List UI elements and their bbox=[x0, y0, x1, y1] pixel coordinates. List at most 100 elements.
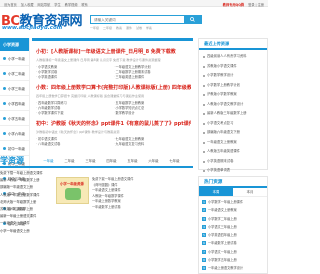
hot-resources-title: 热门资源 bbox=[199, 177, 267, 188]
tab-month[interactable]: 本月 bbox=[233, 188, 267, 196]
top-link[interactable]: 教学视频 bbox=[65, 3, 78, 7]
list-item[interactable]: 4 小学语文三年级上册 bbox=[202, 223, 264, 231]
search-button[interactable] bbox=[184, 16, 201, 23]
tab-grade[interactable]: 二年级 bbox=[59, 158, 80, 163]
list-item[interactable]: 人教版小学语文教学设计 bbox=[202, 100, 264, 110]
list-item[interactable]: 部编版六年级语文下册 bbox=[202, 128, 264, 138]
resource-link[interactable]: 小学一年级语文上册 bbox=[0, 228, 80, 235]
top-link[interactable]: 设为首页 bbox=[4, 3, 17, 7]
teacher-qq-link[interactable]: 教师专用QQ群 bbox=[223, 3, 244, 7]
hot-keyword[interactable]: 一年级 bbox=[90, 26, 99, 30]
news-headline[interactable]: 小初：[人教版课标]一年级语文上册课件_日月明_8 免费下载教 bbox=[36, 48, 191, 55]
resource-thumb-list: 免费下载一年级上册语文课件 《荷叶圆圆》课件 一年级语文上册课件 人教版一年级数… bbox=[92, 177, 192, 210]
rank-badge: 6 bbox=[202, 241, 206, 246]
news-link[interactable]: 九年级语文复习资料 bbox=[114, 142, 192, 147]
list-item[interactable]: 小学英语期末试卷 bbox=[202, 157, 264, 167]
resource-thumbnail[interactable]: 小学一年级资源 bbox=[56, 177, 89, 204]
list-item[interactable]: 1 小学数学一年级上册课件 bbox=[202, 198, 264, 206]
list-item[interactable]: 沪教版小学数学教案 bbox=[202, 90, 264, 100]
news-link[interactable]: 小学数学课件下载 bbox=[36, 111, 114, 116]
tab-grade[interactable]: 六年级 bbox=[143, 158, 164, 163]
top-link[interactable]: 加入收藏 bbox=[21, 3, 34, 7]
list-item[interactable]: 7 小学语文一年级上册 bbox=[202, 248, 264, 256]
news-link[interactable]: 数学教学设计 bbox=[114, 111, 192, 116]
tab-week[interactable]: 本周 bbox=[199, 188, 233, 196]
rank-badge: 2 bbox=[202, 208, 206, 213]
list-item[interactable]: 小学英语单词表 bbox=[202, 166, 264, 176]
news-list: 小初：[人教版课标]一年级语文上册课件_日月明_8 免费下载教 人教版课标一年级… bbox=[32, 41, 193, 147]
top-link[interactable]: 学生 bbox=[54, 3, 60, 7]
list-item[interactable]: 一年级语文上册教案 bbox=[202, 138, 264, 148]
list-item[interactable]: 6 一年级数学上册试卷 bbox=[202, 239, 264, 247]
hot-keyword[interactable]: 学案 bbox=[146, 26, 152, 30]
hot-keyword[interactable]: 教案 bbox=[116, 26, 122, 30]
list-item[interactable]: 小学数学上册教学计划 bbox=[202, 81, 264, 91]
nav-item[interactable]: 小学四年级 bbox=[0, 96, 29, 111]
list-item[interactable]: 人教版五年级英语课件 bbox=[202, 147, 264, 157]
bullet-icon bbox=[3, 131, 6, 135]
tab-grade[interactable]: 四年级 bbox=[101, 158, 122, 163]
news-link[interactable]: 小学英语课件 bbox=[36, 75, 114, 80]
hot-list: 1 小学数学一年级上册课件 2 一年级语文上册教案 3 小学数学二年级上册 4 小学语文… bbox=[199, 197, 267, 274]
bullet-icon bbox=[3, 116, 6, 120]
tab-grade[interactable]: 一年级 bbox=[38, 158, 59, 163]
nav-item[interactable]: 小学一年级 bbox=[0, 51, 29, 66]
resource-link[interactable]: 最新一年级上册语文课件 bbox=[0, 213, 80, 220]
list-item[interactable]: 苏教版小学语文课件 bbox=[202, 62, 264, 72]
latest-uploads-title: 最近上传资源 bbox=[199, 39, 267, 50]
list-item[interactable]: 2 一年级语文上册教案 bbox=[202, 206, 264, 214]
hot-keyword[interactable]: 课件 bbox=[126, 26, 132, 30]
resource-link[interactable]: 苏教版一年级数学上册 bbox=[0, 206, 80, 213]
login-link[interactable]: 登录 | 注册 bbox=[248, 3, 264, 7]
left-nav-header: 小学资源 bbox=[0, 38, 29, 51]
search-icon bbox=[190, 17, 195, 22]
list-item[interactable]: 最新人教版三年级数学上册 bbox=[202, 109, 264, 119]
top-bar: 设为首页 加入收藏 网站导航 学生 教学视频 联系 教师专用QQ群 登录 | 注… bbox=[0, 0, 268, 7]
rank-badge: 9 bbox=[202, 266, 206, 271]
bullet-icon bbox=[3, 71, 6, 75]
logo-domain: www.abcjiaoyu.com bbox=[2, 25, 63, 31]
bullet-icon bbox=[3, 86, 6, 90]
rank-badge: 7 bbox=[202, 249, 206, 254]
site-logo[interactable]: BC教育资源网 www.abcjiaoyu.com bbox=[0, 10, 82, 34]
top-link[interactable]: 网站导航 bbox=[38, 3, 51, 7]
nav-item[interactable]: 小学二年级 bbox=[0, 66, 29, 81]
rank-badge: 4 bbox=[202, 224, 206, 229]
news-link[interactable]: 八年级语文试卷 bbox=[36, 142, 114, 147]
list-item[interactable]: 9 一年级上册语文教学设计 bbox=[202, 264, 264, 272]
grade-tabs: 一年级 二年级 三年级 四年级 五年级 六年级 七年级 bbox=[38, 158, 185, 163]
list-item[interactable]: 3 小学数学二年级上册 bbox=[202, 215, 264, 223]
nav-item[interactable]: 小学三年级 bbox=[0, 81, 29, 96]
news-row: 小学数学课件下载数学教学设计 bbox=[36, 111, 191, 116]
resource-link[interactable]: 一年级语文上册课件 bbox=[0, 220, 80, 227]
thumbnail-image bbox=[65, 188, 81, 200]
tab-grade[interactable]: 七年级 bbox=[164, 158, 185, 163]
nav-item[interactable]: 小学六年级 bbox=[0, 126, 29, 141]
resources-header: 学资源 一年级 二年级 三年级 四年级 五年级 六年级 七年级 bbox=[0, 153, 193, 168]
news-desc: 沪教版初中语文《秋天的怀念》ppt课件 教学设计与教案资源 bbox=[36, 130, 120, 134]
hot-resources: 热门资源 本周 本月 1 小学数学一年级上册课件 2 一年级语文上册教案 3 小学数学… bbox=[198, 176, 268, 274]
news-headline[interactable]: 小数：四年级上册数学口算卡(完整打印版)人教课标版(上册) 四年级教学资源下载 bbox=[36, 84, 191, 91]
hot-keyword[interactable]: 试卷 bbox=[136, 26, 142, 30]
nav-item[interactable]: 小学五年级 bbox=[0, 111, 29, 126]
resource-row: 最新一年级上册语文课件 bbox=[0, 213, 160, 220]
list-item[interactable]: 8 小学数学五年级上册 bbox=[202, 256, 264, 264]
news-desc: 人教版课标一年级语文上册课件 日月明 第8课 认识汉字 免费下载 教学设计与课件… bbox=[36, 58, 161, 62]
latest-uploads-list: 四级阅读人人有责学习资料 苏教版小学语文课件 小学数学教学设计 小学数学上册教学… bbox=[199, 50, 267, 178]
rank-badge: 8 bbox=[202, 258, 206, 263]
list-item[interactable]: 四级阅读人人有责学习资料 bbox=[202, 52, 264, 62]
bullet-icon bbox=[3, 101, 6, 105]
list-item[interactable]: 小学语文考点复习 bbox=[202, 119, 264, 129]
news-link[interactable]: 三年级英语上册课件 bbox=[114, 75, 192, 80]
list-item[interactable]: 5 小学英语四年级上册 bbox=[202, 231, 264, 239]
list-item[interactable]: 小学数学教学设计 bbox=[202, 71, 264, 81]
search-input[interactable] bbox=[91, 16, 185, 23]
news-desc: 四年级上册数学口算题卡 完整打印版 人教课标版 适合课堂练习与课后作业使用 bbox=[36, 94, 145, 98]
tab-grade[interactable]: 五年级 bbox=[122, 158, 143, 163]
news-headline[interactable]: 初中：沪教版《秋天的怀念》ppt课件1《有意的鼠儿蒸了了》ppt课件 bbox=[36, 120, 191, 127]
hot-keyword[interactable]: 二年级 bbox=[103, 26, 112, 30]
resource-link[interactable]: 一年级数学上册试卷 bbox=[92, 205, 192, 211]
tab-grade[interactable]: 三年级 bbox=[80, 158, 101, 163]
top-link[interactable]: 联系 bbox=[81, 3, 87, 7]
news-row: 八年级语文试卷九年级语文复习资料 bbox=[36, 142, 191, 147]
